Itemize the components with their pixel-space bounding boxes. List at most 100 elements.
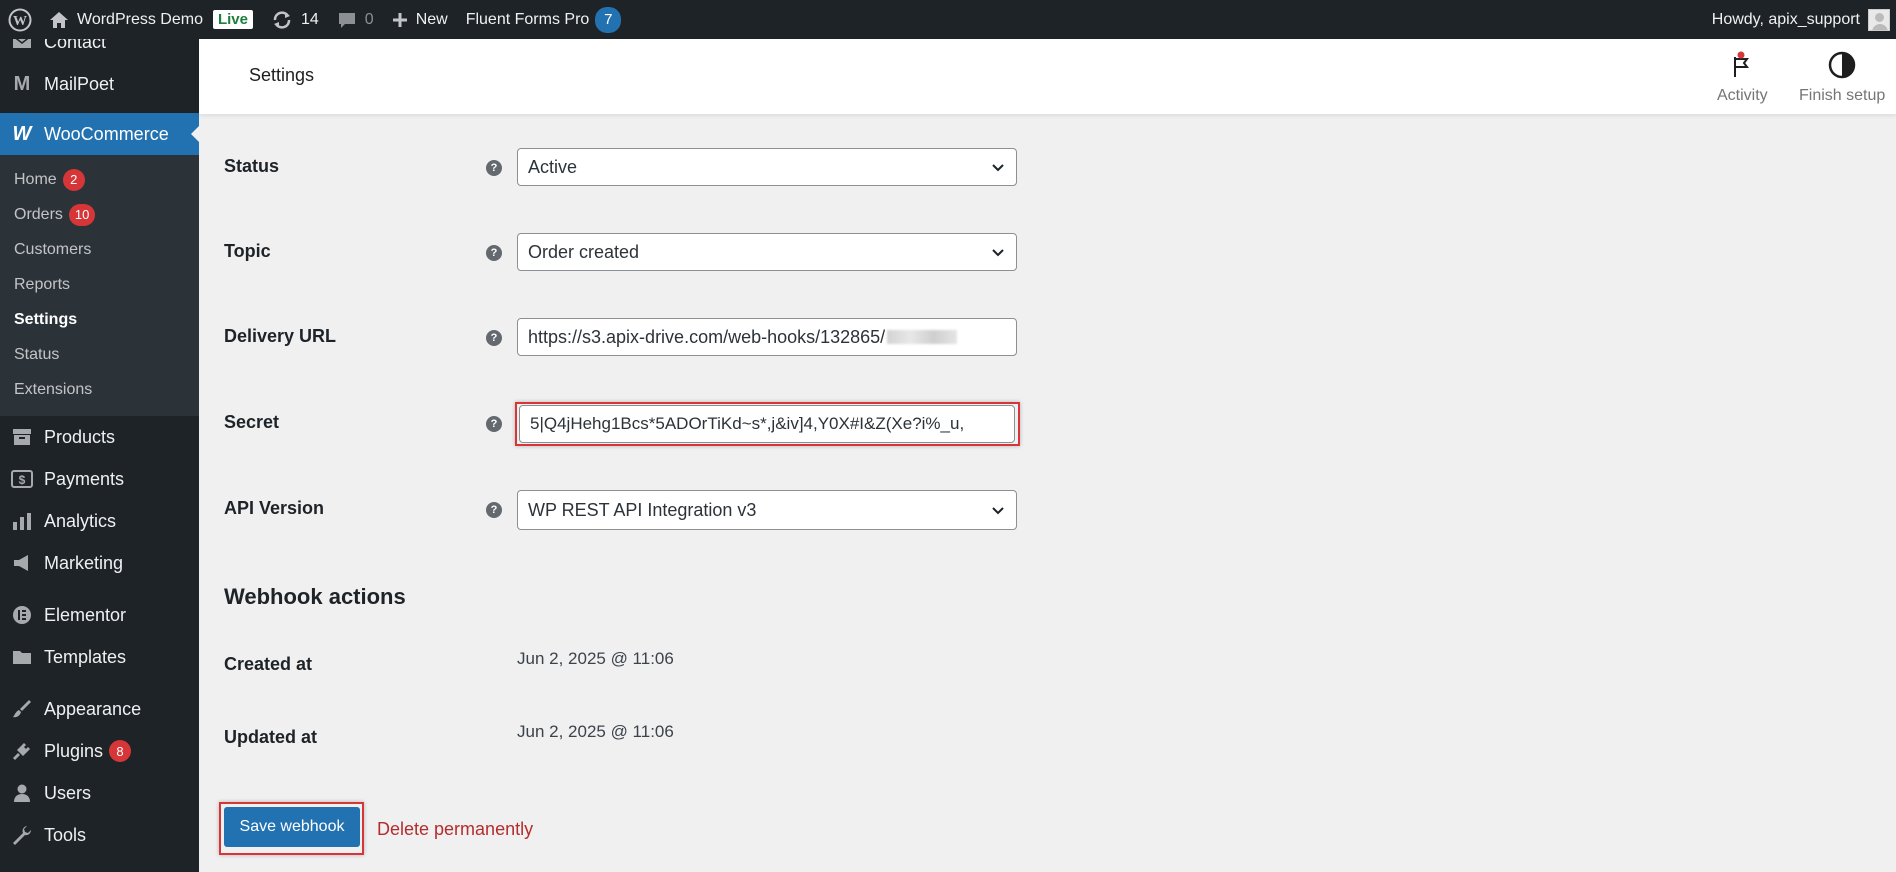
archive-icon (10, 425, 34, 449)
sidebar-item-appearance[interactable]: Appearance (0, 688, 199, 730)
howdy-text: Howdy, apix_support (1711, 10, 1860, 28)
secret-input[interactable]: 5|Q4jHehg1Bcs*5ADOrTiKd~s*,j&iv]4,Y0X#I&… (519, 405, 1015, 443)
delivery-url-value: https://s3.apix-drive.com/web-hooks/1328… (528, 326, 886, 347)
plus-icon (392, 12, 408, 28)
sidebar-item-label: MailPoet (44, 73, 115, 94)
sidebar-item-label: Tools (44, 824, 87, 845)
folder-icon (10, 645, 34, 669)
updated-at-value: Jun 2, 2025 @ 11:06 (517, 722, 674, 741)
sidebar-item-contact[interactable]: Contact (0, 39, 199, 63)
api-version-select[interactable]: WP REST API Integration v3 (517, 490, 1017, 530)
submenu-item-home[interactable]: Home 2 (0, 162, 199, 197)
comments-link[interactable]: 0 (328, 0, 383, 39)
help-icon[interactable]: ? (486, 330, 502, 346)
chevron-down-icon (990, 244, 1006, 265)
live-badge: Live (212, 10, 253, 29)
site-name-link[interactable]: WordPress Demo Live (40, 0, 262, 39)
submenu-item-customers[interactable]: Customers (0, 232, 199, 267)
my-account-link[interactable]: Howdy, apix_support (1703, 0, 1896, 39)
sidebar-item-label: Analytics (44, 510, 117, 531)
submenu-label: Settings (14, 310, 78, 328)
sidebar-item-woocommerce[interactable]: W WooCommerce (0, 113, 199, 155)
sidebar-item-label: Contact (44, 39, 107, 52)
comment-icon (337, 10, 357, 30)
topic-select[interactable]: Order created (517, 233, 1017, 271)
topic-label: Topic (224, 241, 271, 261)
delivery-url-label: Delivery URL (224, 326, 337, 346)
bar-chart-icon (10, 509, 34, 533)
delivery-url-input[interactable]: https://s3.apix-drive.com/web-hooks/1328… (517, 318, 1017, 356)
redacted-token (887, 330, 958, 344)
submenu-label: Orders (14, 205, 63, 223)
status-select[interactable]: Active (517, 148, 1017, 186)
avatar (1868, 8, 1890, 31)
status-select-value: Active (528, 156, 578, 177)
sidebar-item-tools[interactable]: Tools (0, 814, 199, 856)
submenu-item-orders[interactable]: Orders 10 (0, 197, 199, 232)
topic-select-value: Order created (528, 241, 640, 262)
help-icon[interactable]: ? (486, 160, 502, 176)
sidebar-item-plugins[interactable]: Plugins 8 (0, 730, 199, 772)
save-webhook-button[interactable]: Save webhook (224, 807, 360, 847)
updates-link[interactable]: 14 (262, 0, 328, 39)
updates-count: 14 (300, 10, 319, 28)
help-icon[interactable]: ? (486, 245, 502, 261)
sidebar-item-payments[interactable]: $ Payments (0, 458, 199, 500)
sidebar-item-marketing[interactable]: Marketing (0, 542, 199, 584)
sidebar-item-label: Templates (44, 646, 127, 667)
sidebar-item-label: Elementor (44, 604, 127, 625)
help-icon[interactable]: ? (486, 416, 502, 432)
sidebar-item-label: WooCommerce (44, 123, 169, 144)
status-label: Status (224, 156, 280, 176)
sidebar-item-templates[interactable]: Templates (0, 636, 199, 678)
updated-at-label: Updated at (224, 727, 318, 747)
finish-setup-button[interactable]: Finish setup (1799, 49, 1885, 105)
page-title: Settings (249, 65, 315, 85)
delete-permanently-link[interactable]: Delete permanently (377, 819, 533, 840)
payments-icon: $ (10, 467, 34, 491)
new-content-link[interactable]: New (383, 0, 457, 39)
mailpoet-icon: M (13, 72, 31, 95)
api-version-label: API Version (224, 498, 325, 518)
activity-button[interactable]: Activity (1717, 49, 1768, 105)
envelope-icon (10, 39, 34, 54)
user-icon (10, 781, 34, 805)
submenu-label: Status (14, 345, 60, 363)
finish-setup-label: Finish setup (1799, 87, 1886, 104)
submenu-item-status[interactable]: Status (0, 337, 199, 372)
sidebar-item-analytics[interactable]: Analytics (0, 500, 199, 542)
woocommerce-header: Settings Activity Finish setup (199, 39, 1896, 114)
sidebar-item-label: Marketing (44, 552, 124, 573)
help-icon[interactable]: ? (486, 502, 502, 518)
fluent-forms-link[interactable]: Fluent Forms Pro 7 (457, 0, 631, 39)
admin-sidebar: Contact M MailPoet W WooCommerce Home 2 … (0, 39, 199, 872)
sidebar-item-users[interactable]: Users (0, 772, 199, 814)
secret-value: 5|Q4jHehg1Bcs*5ADOrTiKd~s*,j&iv]4,Y0X#I&… (530, 414, 965, 433)
submenu-item-extensions[interactable]: Extensions (0, 372, 199, 407)
new-label: New (415, 10, 448, 28)
admin-bar: W WordPress Demo Live 14 0 New Fluent Fo… (0, 0, 1896, 39)
paintbrush-icon (10, 697, 34, 721)
sidebar-item-elementor[interactable]: Elementor (0, 594, 199, 636)
wordpress-logo-icon[interactable]: W (0, 0, 40, 39)
sidebar-item-mailpoet[interactable]: M MailPoet (0, 63, 199, 105)
submenu-label: Customers (14, 240, 92, 258)
created-at-value: Jun 2, 2025 @ 11:06 (517, 649, 674, 668)
sidebar-item-label: Plugins (44, 740, 104, 761)
site-name: WordPress Demo (77, 10, 203, 28)
home-icon (49, 11, 69, 29)
activity-label: Activity (1717, 87, 1768, 104)
submenu-label: Home (14, 170, 57, 188)
submenu-item-settings[interactable]: Settings (0, 302, 199, 337)
secret-label: Secret (224, 412, 280, 432)
updates-icon (271, 9, 293, 31)
home-count-badge: 2 (62, 168, 85, 191)
fluent-forms-label: Fluent Forms Pro (465, 10, 590, 28)
sidebar-item-label: Appearance (44, 698, 142, 719)
sidebar-item-products[interactable]: Products (0, 416, 199, 458)
sidebar-item-label: Products (44, 426, 116, 447)
submenu-item-reports[interactable]: Reports (0, 267, 199, 302)
half-circle-icon (1828, 49, 1856, 81)
orders-count-badge: 10 (68, 203, 96, 226)
webhook-form: Status ? Active Topic ? Order created De… (199, 114, 1896, 872)
